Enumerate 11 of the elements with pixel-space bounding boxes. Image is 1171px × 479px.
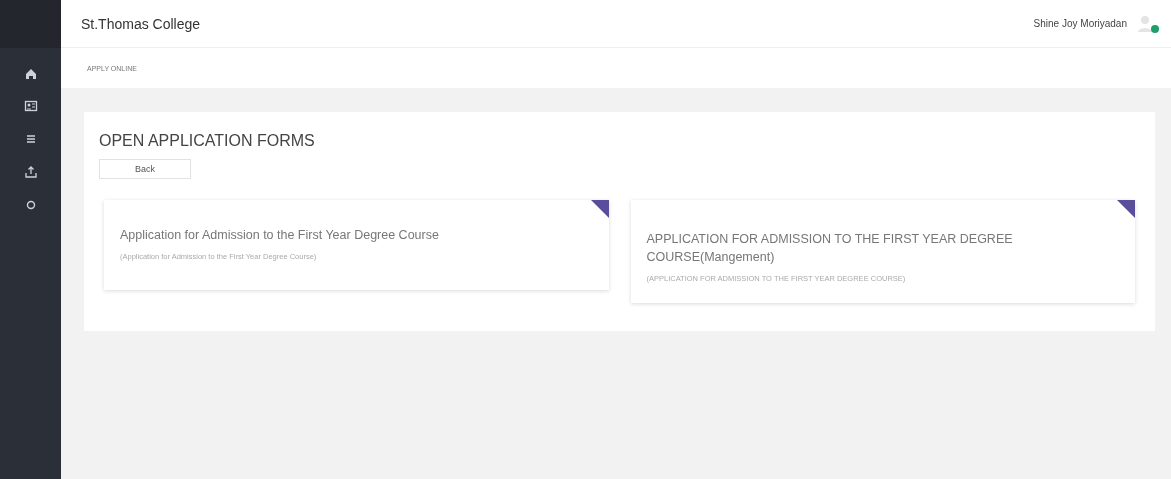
corner-ribbon: [590, 200, 609, 218]
user-name[interactable]: Shine Joy Moriyadan: [1033, 18, 1127, 29]
home-icon[interactable]: [23, 66, 38, 80]
corner-ribbon: [1117, 200, 1135, 218]
back-button[interactable]: Back: [99, 159, 191, 179]
panel-title: OPEN APPLICATION FORMS: [99, 132, 316, 150]
form-title: APPLICATION FOR ADMISSION TO THE FIRST YEAR DEGREE COURSE(Mangement): [646, 231, 1014, 266]
id-card-icon[interactable]: [23, 99, 38, 113]
form-title: Application for Admission to the First Year Degree Course: [120, 227, 440, 244]
upload-icon[interactable]: [23, 165, 38, 179]
college-name: St.Thomas College: [81, 15, 201, 32]
